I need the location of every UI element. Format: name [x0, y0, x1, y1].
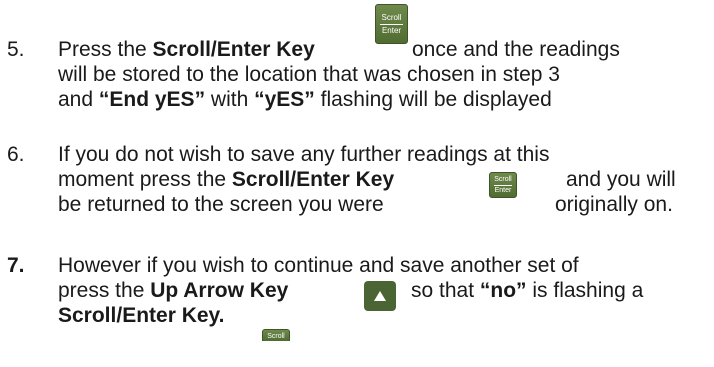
- yes-label: “yES”: [254, 88, 315, 111]
- step-text: once and the readings: [412, 38, 620, 61]
- step-text: flashing will be displayed: [314, 88, 552, 111]
- key-scroll-text: Scroll: [267, 333, 285, 340]
- key-scroll-text: Scroll: [381, 13, 402, 22]
- scroll-enter-key-label: Scroll/Enter Key: [152, 38, 315, 61]
- key-enter-text: Enter: [494, 187, 512, 194]
- scroll-enter-key-icon: Scroll Enter: [375, 4, 408, 44]
- scroll-enter-key-icon: Scroll Enter: [489, 172, 517, 198]
- step-7-line-1: However if you wish to continue and save…: [58, 254, 579, 277]
- step-number: 6.: [7, 143, 25, 166]
- up-arrow-key-label: Up Arrow Key: [150, 279, 289, 302]
- step-7-line-3: Scroll/Enter Key.: [58, 304, 225, 328]
- key-enter-text: Enter: [381, 26, 402, 35]
- step-text: is flashing a: [526, 279, 644, 302]
- step-text: Press the: [58, 38, 153, 61]
- step-text: press the: [58, 279, 151, 302]
- step-text: with: [205, 88, 255, 111]
- scroll-enter-key-icon: Scroll: [262, 329, 290, 341]
- step-text: and: [58, 88, 99, 111]
- step-number: 5.: [7, 38, 25, 61]
- step-6-line-3: be returned to the screen you were: [58, 193, 384, 216]
- step-5-line-1: Press the Scroll/Enter Key: [58, 38, 315, 62]
- up-arrow-icon: [374, 291, 386, 301]
- scroll-enter-key-label: Scroll/Enter Key: [231, 168, 395, 191]
- step-text: so that: [411, 279, 480, 302]
- scroll-enter-key-label: Scroll/Enter Key.: [58, 304, 225, 327]
- key-divider: [494, 185, 512, 186]
- step-6-line-3-end: originally on.: [555, 193, 673, 216]
- key-scroll-text: Scroll: [494, 176, 512, 183]
- step-number: 7.: [7, 254, 25, 277]
- key-divider: [380, 24, 403, 25]
- step-7-line-2-end: so that “no” is flashing a: [411, 279, 643, 303]
- end-yes-label: “End yES”: [98, 88, 206, 111]
- step-6-line-1: If you do not wish to save any further r…: [58, 143, 550, 166]
- step-7-line-2: press the Up Arrow Key: [58, 279, 288, 303]
- step-5-line-3: and “End yES” with “yES” flashing will b…: [58, 88, 552, 112]
- no-label: “no”: [479, 279, 527, 302]
- step-5-line-2: will be stored to the location that was …: [58, 63, 560, 86]
- step-5-line-1-end: once and the readings: [412, 38, 620, 62]
- step-text: moment press the: [58, 168, 232, 191]
- up-arrow-key-icon: [364, 281, 396, 311]
- step-6-line-2: moment press the Scroll/Enter Key: [58, 168, 394, 192]
- step-6-line-2-end: and you will: [566, 168, 676, 191]
